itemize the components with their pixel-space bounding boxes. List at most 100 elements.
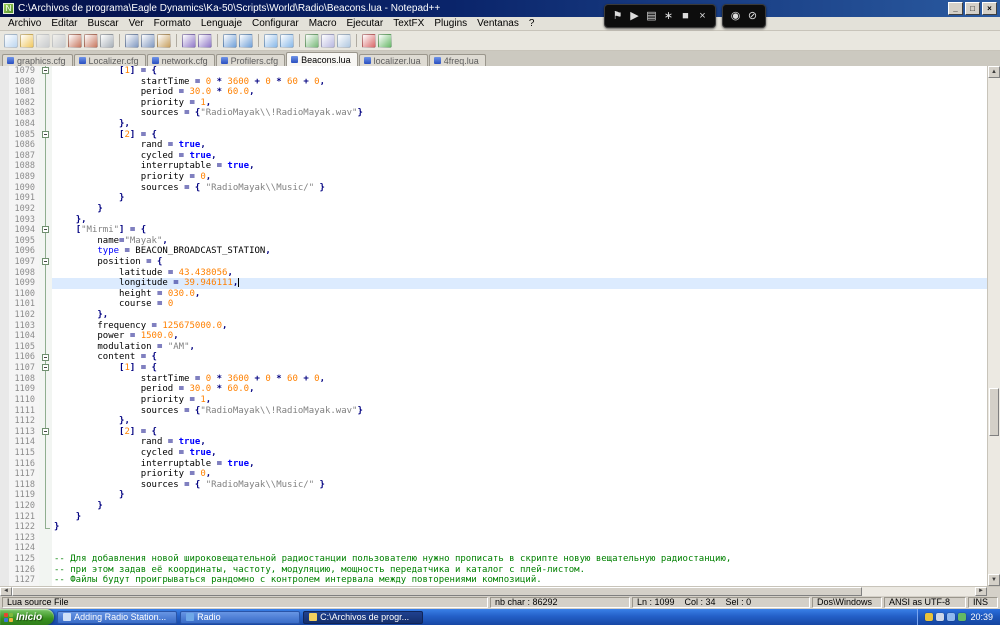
fold-margin[interactable]: [39, 363, 52, 374]
code-line[interactable]: 1081 period = 30.0 * 60.0,: [0, 87, 987, 98]
fold-margin[interactable]: [39, 416, 52, 427]
fold-margin[interactable]: [39, 76, 52, 88]
scroll-up-icon[interactable]: [988, 66, 1000, 78]
minimize-button[interactable]: _: [948, 2, 963, 15]
maximize-button[interactable]: □: [965, 2, 980, 15]
code-line[interactable]: 1116 interruptable = true,: [0, 458, 987, 470]
scroll-down-icon[interactable]: [988, 574, 1000, 586]
fold-collapse-icon[interactable]: [41, 364, 49, 372]
fold-margin[interactable]: [39, 500, 52, 512]
code-line[interactable]: 1090 sources = { "RadioMayak\\Music/" }: [0, 182, 987, 194]
code-line[interactable]: 1089 priority = 0,: [0, 172, 987, 183]
fold-margin[interactable]: [39, 278, 52, 289]
code-line[interactable]: 1080 startTime = 0 * 3600 + 0 * 60 + 0,: [0, 76, 987, 88]
fold-margin[interactable]: [39, 140, 52, 151]
code-line[interactable]: 1120 }: [0, 500, 987, 512]
code-line[interactable]: 1098 latitude = 43.438056,: [0, 267, 987, 279]
fold-margin[interactable]: [39, 458, 52, 470]
volume-icon[interactable]: [936, 613, 945, 621]
fold-margin[interactable]: [39, 447, 52, 459]
fold-margin[interactable]: [39, 150, 52, 162]
fold-margin[interactable]: [39, 564, 52, 576]
fold-margin[interactable]: [39, 119, 52, 130]
code-line[interactable]: 1110 priority = 1,: [0, 394, 987, 406]
fold-margin[interactable]: [39, 203, 52, 215]
cut-icon[interactable]: [125, 33, 139, 48]
fold-margin[interactable]: [39, 394, 52, 406]
replace-icon[interactable]: [239, 33, 253, 48]
fold-margin[interactable]: [39, 108, 52, 120]
scroll-right-icon[interactable]: [975, 587, 987, 596]
code-line[interactable]: 1114 rand = true,: [0, 437, 987, 448]
code-line[interactable]: 1104 power = 1500.0,: [0, 331, 987, 342]
network-icon[interactable]: [947, 613, 956, 621]
code-line[interactable]: 1095 name="Mayak",: [0, 235, 987, 247]
fold-margin[interactable]: [39, 532, 52, 544]
fold-margin[interactable]: [39, 172, 52, 183]
fold-collapse-icon[interactable]: [41, 353, 49, 361]
fold-margin[interactable]: [39, 543, 52, 555]
tab-graphics.cfg[interactable]: graphics.cfg: [2, 54, 73, 66]
fold-margin[interactable]: [39, 235, 52, 247]
tab-localizer.lua[interactable]: localizer.lua: [358, 54, 428, 66]
menu-item-help[interactable]: ?: [524, 18, 540, 29]
fold-margin[interactable]: [39, 320, 52, 332]
code-line[interactable]: 1107 [1] = {: [0, 363, 987, 374]
close-all-icon[interactable]: [84, 33, 98, 48]
zoom-out-icon[interactable]: [280, 33, 294, 48]
fold-margin[interactable]: [39, 522, 52, 533]
code-line[interactable]: 1093 },: [0, 214, 987, 226]
code-line[interactable]: 1102 },: [0, 310, 987, 321]
code-line[interactable]: 1106 content = {: [0, 352, 987, 364]
menu-item-plugins[interactable]: Plugins: [429, 18, 472, 29]
close-button[interactable]: ×: [982, 2, 997, 15]
print-icon[interactable]: [100, 33, 114, 48]
code-line[interactable]: 1091 }: [0, 193, 987, 204]
code-line[interactable]: 1083 sources = {"RadioMayak\\!RadioMayak…: [0, 108, 987, 120]
macro-record-icon[interactable]: [362, 33, 376, 48]
undo-icon[interactable]: [182, 33, 196, 48]
vertical-scroll-thumb[interactable]: [989, 388, 999, 437]
code-line[interactable]: 1115 cycled = true,: [0, 447, 987, 459]
fold-margin[interactable]: [39, 575, 52, 586]
tab-Profilers.cfg[interactable]: Profilers.cfg: [215, 54, 286, 66]
code-line[interactable]: 1123: [0, 532, 987, 544]
fold-margin[interactable]: [39, 373, 52, 385]
fold-margin[interactable]: [39, 256, 52, 268]
macro-play-icon[interactable]: [378, 33, 392, 48]
paste-icon[interactable]: [157, 33, 171, 48]
code-line[interactable]: 1113 [2] = {: [0, 426, 987, 438]
tab-network.cfg[interactable]: network.cfg: [146, 54, 215, 66]
fold-collapse-icon[interactable]: [41, 130, 49, 138]
tab-Beacons.lua[interactable]: Beacons.lua: [286, 52, 358, 66]
tools-icon[interactable]: ∗: [661, 7, 676, 25]
play-icon[interactable]: ▶: [627, 7, 642, 25]
code-line[interactable]: 1086 rand = true,: [0, 140, 987, 151]
menu-item-buscar[interactable]: Buscar: [82, 18, 123, 29]
taskbar-task[interactable]: Adding Radio Station...: [57, 610, 178, 624]
tab-Localizer.cfg[interactable]: Localizer.cfg: [73, 54, 146, 66]
code-line[interactable]: 1082 priority = 1,: [0, 97, 987, 109]
code-line[interactable]: 1101 course = 0: [0, 299, 987, 311]
fold-margin[interactable]: [39, 246, 52, 257]
fold-margin[interactable]: [39, 225, 52, 236]
fold-margin[interactable]: [39, 267, 52, 279]
code-line[interactable]: 1096 type = BEACON_BROADCAST_STATION,: [0, 246, 987, 257]
horizontal-scrollbar[interactable]: [0, 586, 1000, 596]
update-icon[interactable]: [925, 613, 934, 621]
stop-icon[interactable]: ■: [678, 7, 693, 25]
redo-icon[interactable]: [198, 33, 212, 48]
fold-collapse-icon[interactable]: [41, 226, 49, 234]
tab-4freq.lua[interactable]: 4freq.lua: [428, 54, 486, 66]
fold-margin[interactable]: [39, 426, 52, 438]
fold-margin[interactable]: [39, 490, 52, 501]
code-line[interactable]: 1103 frequency = 125675000.0,: [0, 320, 987, 332]
fold-margin[interactable]: [39, 331, 52, 342]
code-line[interactable]: 1094 ["Mirmi"] = {: [0, 225, 987, 236]
scroll-left-icon[interactable]: [0, 587, 12, 596]
code-line[interactable]: 1125 -- Для добавления новой широковещате…: [0, 554, 987, 565]
fold-margin[interactable]: [39, 405, 52, 417]
copy-icon[interactable]: [141, 33, 155, 48]
menu-item-ver[interactable]: Ver: [124, 18, 149, 29]
code-line[interactable]: 1079 [1] = {: [0, 66, 987, 77]
